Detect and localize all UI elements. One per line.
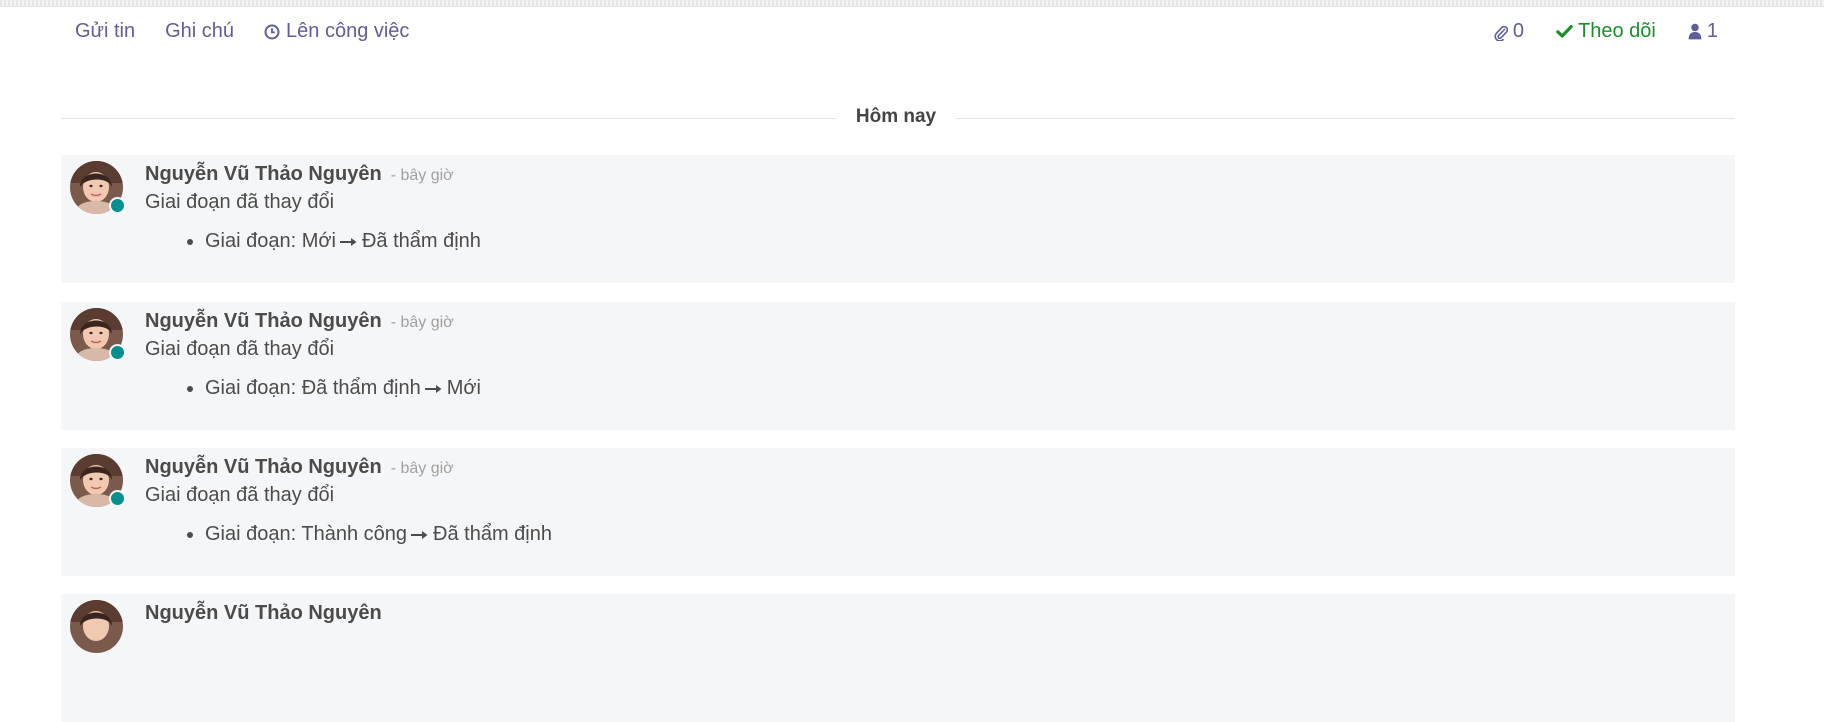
attachments-button[interactable]: 0: [1494, 20, 1524, 43]
log-note-label: Ghi chú: [165, 20, 235, 42]
follow-label: Theo dõi: [1578, 20, 1656, 42]
message: Nguyễn Vũ Thảo Nguyên - bây giờ Giai đoạ…: [61, 448, 1735, 576]
check-icon: [1556, 24, 1573, 39]
online-status-indicator: [109, 197, 126, 214]
long-arrow-right-icon: [411, 530, 429, 540]
message: Nguyễn Vũ Thảo Nguyên - bây giờ Giai đoạ…: [61, 302, 1735, 430]
tracking-value-item: Giai đoạn: Thành công Đã thẩm định: [205, 520, 552, 548]
log-note-button[interactable]: Ghi chú: [165, 20, 234, 43]
tracking-value-item: Giai đoạn: Đã thẩm định Mới: [205, 374, 481, 402]
user-icon: [1688, 23, 1702, 40]
chatter-actions: Gửi tin Ghi chú Lên công việc: [75, 20, 409, 43]
message-header: Nguyễn Vũ Thảo Nguyên - bây giờ: [145, 456, 454, 479]
message-body: Giai đoạn đã thay đổi: [145, 338, 335, 360]
message-header: Nguyễn Vũ Thảo Nguyên - bây giờ: [145, 310, 454, 333]
tracking-old-value: Mới: [301, 230, 336, 252]
clock-icon: [264, 24, 280, 40]
tracking-field-label: Giai đoạn:: [205, 230, 297, 252]
message-author[interactable]: Nguyễn Vũ Thảo Nguyên: [145, 456, 382, 479]
followers-button[interactable]: 1: [1688, 20, 1718, 43]
followers-count: 1: [1706, 20, 1718, 42]
send-message-button[interactable]: Gửi tin: [75, 20, 135, 43]
attachments-count: 0: [1512, 20, 1525, 42]
long-arrow-right-icon: [424, 384, 443, 394]
tracking-value-item: Giai đoạn: Mới Đã thẩm định: [205, 227, 481, 255]
tracking-new-value: Đã thẩm định: [361, 230, 481, 252]
tracking-new-value: Đã thẩm định: [433, 523, 552, 545]
schedule-activity-label: Lên công việc: [286, 20, 410, 42]
separator-line-left: [61, 118, 836, 119]
message-header: Nguyễn Vũ Thảo Nguyên: [145, 602, 391, 625]
tracking-old-value: Thành công: [301, 523, 408, 545]
tracking-new-value: Mới: [446, 377, 481, 399]
message-body: Giai đoạn đã thay đổi: [145, 484, 335, 506]
tracking-field-label: Giai đoạn:: [205, 377, 297, 399]
tracking-values: Giai đoạn: Mới Đã thẩm định: [181, 227, 481, 255]
chatter-topbar: Gửi tin Ghi chú Lên công việc 0 Theo dõi…: [0, 6, 1824, 58]
follow-button[interactable]: Theo dõi: [1556, 20, 1656, 43]
separator-line-right: [956, 118, 1735, 119]
date-separator: Hôm nay: [61, 106, 1735, 130]
tracking-old-value: Đã thẩm định: [301, 377, 421, 399]
message-time: - bây giờ: [390, 460, 454, 477]
date-separator-label: Hôm nay: [855, 106, 937, 127]
chatter-topbar-right: 0 Theo dõi 1: [1494, 20, 1718, 43]
author-avatar[interactable]: [70, 600, 123, 653]
message-author[interactable]: Nguyễn Vũ Thảo Nguyên: [145, 602, 382, 625]
message-author[interactable]: Nguyễn Vũ Thảo Nguyên: [145, 163, 382, 186]
message: Nguyễn Vũ Thảo Nguyên - bây giờ Giai đoạ…: [61, 155, 1735, 283]
message-author[interactable]: Nguyễn Vũ Thảo Nguyên: [145, 310, 382, 333]
online-status-indicator: [109, 490, 126, 507]
message-header: Nguyễn Vũ Thảo Nguyên - bây giờ: [145, 163, 454, 186]
tracking-values: Giai đoạn: Thành công Đã thẩm định: [181, 520, 552, 548]
message: Nguyễn Vũ Thảo Nguyên: [61, 594, 1735, 722]
send-message-label: Gửi tin: [75, 20, 136, 42]
message-body: Giai đoạn đã thay đổi: [145, 191, 335, 213]
long-arrow-right-icon: [339, 237, 358, 247]
paperclip-icon: [1494, 23, 1508, 41]
tracking-values: Giai đoạn: Đã thẩm định Mới: [181, 374, 481, 402]
message-time: - bây giờ: [390, 167, 454, 184]
message-time: - bây giờ: [390, 314, 454, 331]
schedule-activity-button[interactable]: Lên công việc: [264, 20, 409, 43]
online-status-indicator: [109, 344, 126, 361]
tracking-field-label: Giai đoạn:: [205, 523, 297, 545]
